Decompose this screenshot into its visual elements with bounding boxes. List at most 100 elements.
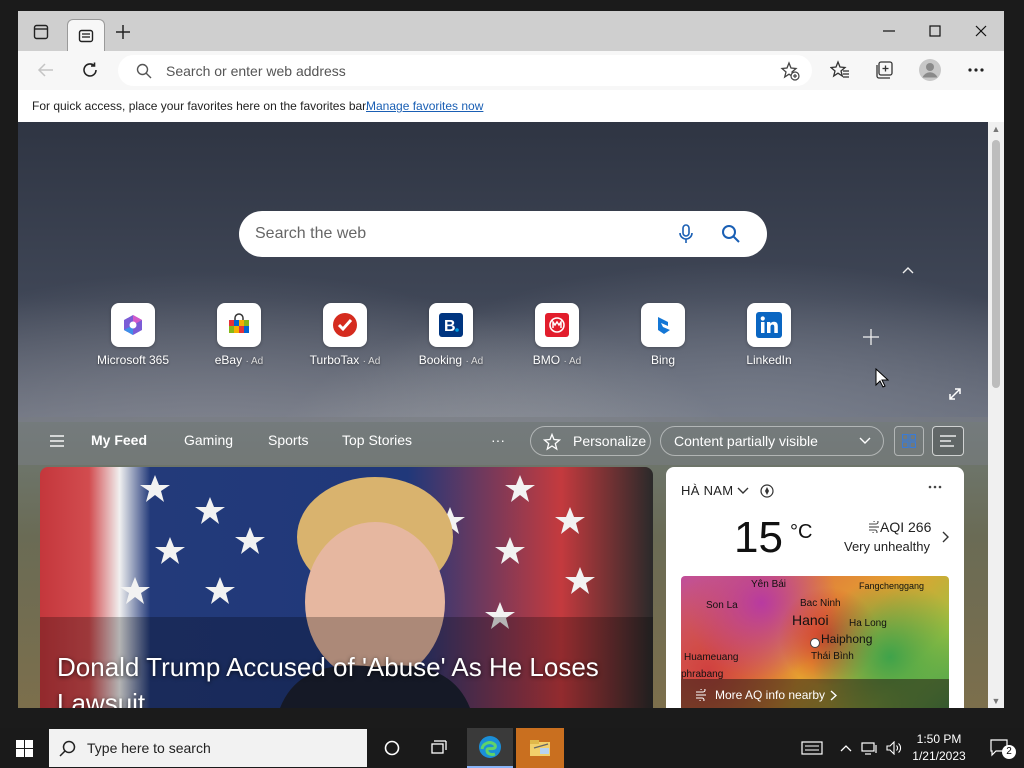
taskbar-edge-app[interactable] <box>467 728 513 768</box>
new-tab-page: Microsoft 365 eBay · Ad TurboTax · Ad B … <box>18 122 988 708</box>
search-icon <box>136 63 152 79</box>
web-search-box[interactable] <box>239 211 767 257</box>
keyboard-icon <box>801 741 823 755</box>
tab-sports[interactable]: Sports <box>268 432 308 448</box>
quick-link-booking[interactable]: B Booking · Ad <box>406 303 496 367</box>
address-input[interactable] <box>166 55 726 86</box>
hero-news-card[interactable]: Donald Trump Accused of 'Abuse' As He Lo… <box>40 467 653 708</box>
network-icon <box>861 742 877 755</box>
tab-gaming[interactable]: Gaming <box>184 432 233 448</box>
start-button[interactable] <box>0 728 48 768</box>
manage-favorites-link[interactable]: Manage favorites now <box>366 99 483 113</box>
search-submit-icon[interactable] <box>721 224 741 244</box>
quick-link-microsoft-365[interactable]: Microsoft 365 <box>88 303 178 367</box>
edge-browser-icon <box>479 736 501 758</box>
scroll-down-arrow[interactable]: ▼ <box>988 694 1004 708</box>
map-label: Huameuang <box>684 652 739 663</box>
booking-icon: B <box>429 303 473 347</box>
ad-label: · Ad <box>362 356 381 367</box>
location-compass-icon[interactable] <box>760 484 774 498</box>
new-tab-button[interactable] <box>104 15 142 49</box>
cortana-button[interactable] <box>369 728 415 768</box>
air-quality-icon <box>869 521 879 533</box>
keyboard-button[interactable] <box>789 728 835 768</box>
task-view-button[interactable] <box>417 728 463 768</box>
weather-temperature: 15 <box>734 513 783 562</box>
scroll-up-arrow[interactable]: ▲ <box>988 122 1004 136</box>
quick-link-turbotax[interactable]: TurboTax · Ad <box>300 303 390 367</box>
hero-headline[interactable]: Donald Trump Accused of 'Abuse' As He Lo… <box>57 649 617 708</box>
grid-layout-icon <box>902 434 916 448</box>
notifications-button[interactable]: 2 <box>978 728 1024 768</box>
favorites-button[interactable] <box>822 53 858 87</box>
add-quick-link-button[interactable] <box>862 325 880 353</box>
list-layout-icon <box>940 435 956 447</box>
notification-count-badge: 2 <box>1002 745 1016 759</box>
collapse-chevron-icon[interactable] <box>902 261 914 277</box>
quick-link-ebay[interactable]: eBay · Ad <box>194 303 284 367</box>
aqi-description: Very unhealthy <box>844 539 931 554</box>
taskbar-file-app[interactable] <box>516 728 564 768</box>
tab-my-feed[interactable]: My Feed <box>91 432 147 448</box>
back-button[interactable] <box>28 53 64 87</box>
weather-card[interactable]: HÀ NAM 15 °C AQI 266 Very unhealthy Yên … <box>666 467 964 708</box>
hamburger-menu-icon[interactable] <box>50 435 64 447</box>
cortana-circle-icon <box>384 740 400 756</box>
air-quality-map[interactable]: Yên Bái Fangchenggang Son La Bac Ninh Ha… <box>681 576 949 708</box>
quick-link-linkedin[interactable]: LinkedIn <box>724 303 814 367</box>
content-visibility-dropdown[interactable]: Content partially visible <box>660 426 884 456</box>
quick-link-label: BMO <box>532 353 561 367</box>
network-button[interactable] <box>858 728 882 768</box>
collections-button[interactable] <box>866 53 902 87</box>
air-quality-icon <box>696 689 706 701</box>
tab-top-stories[interactable]: Top Stories <box>342 432 412 448</box>
ebay-bag-icon <box>217 303 261 347</box>
scroll-thumb[interactable] <box>992 140 1000 388</box>
refresh-icon <box>83 62 97 77</box>
tab-actions-icon[interactable] <box>22 15 60 49</box>
avatar-icon <box>919 59 941 81</box>
back-arrow-icon <box>37 63 53 77</box>
address-bar[interactable] <box>118 55 812 86</box>
tab-new-tab[interactable] <box>67 19 105 51</box>
show-hidden-icons-button[interactable] <box>835 728 857 768</box>
more-aq-info-link[interactable]: More AQ info nearby <box>681 679 949 708</box>
weather-location[interactable]: HÀ NAM <box>681 483 733 498</box>
fullscreen-expand-icon[interactable] <box>948 387 962 406</box>
chevron-down-icon[interactable] <box>737 487 749 495</box>
location-pin-icon <box>810 638 820 648</box>
page-scrollbar[interactable]: ▲ ▼ <box>988 122 1004 708</box>
minimize-button[interactable] <box>866 11 912 51</box>
favorites-bar: For quick access, place your favorites h… <box>18 90 1004 123</box>
personalize-button[interactable]: Personalize <box>530 426 651 456</box>
more-dots-icon[interactable] <box>928 485 942 489</box>
clock-time[interactable]: 1:50 PM <box>912 732 966 746</box>
speaker-icon <box>886 741 901 755</box>
list-layout-button[interactable] <box>932 426 964 456</box>
maximize-button[interactable] <box>912 11 958 51</box>
settings-more-button[interactable] <box>958 53 994 87</box>
personalize-label: Personalize <box>573 433 647 449</box>
clock-date[interactable]: 1/21/2023 <box>905 749 973 763</box>
more-tabs-button[interactable]: ··· <box>491 432 505 448</box>
microsoft-365-icon <box>111 303 155 347</box>
microphone-icon[interactable] <box>678 224 694 244</box>
quick-link-label: TurboTax <box>309 353 360 367</box>
chevron-right-icon[interactable] <box>942 531 950 543</box>
grid-layout-button[interactable] <box>894 426 924 456</box>
map-label: Haiphong <box>821 632 873 646</box>
close-button[interactable] <box>958 11 1004 51</box>
refresh-button[interactable] <box>72 53 108 87</box>
quick-link-bmo[interactable]: BMO · Ad <box>512 303 602 367</box>
taskbar-search-input[interactable] <box>87 729 357 767</box>
add-favorite-icon[interactable] <box>780 61 800 81</box>
volume-button[interactable] <box>882 728 906 768</box>
more-dots-icon <box>968 68 984 72</box>
web-search-input[interactable] <box>255 211 655 257</box>
taskbar-search-box[interactable] <box>49 729 367 767</box>
tab-bar <box>18 11 1004 51</box>
bing-icon <box>641 303 685 347</box>
profile-button[interactable] <box>912 53 948 87</box>
quick-link-bing[interactable]: Bing <box>618 303 708 367</box>
bmo-icon <box>535 303 579 347</box>
